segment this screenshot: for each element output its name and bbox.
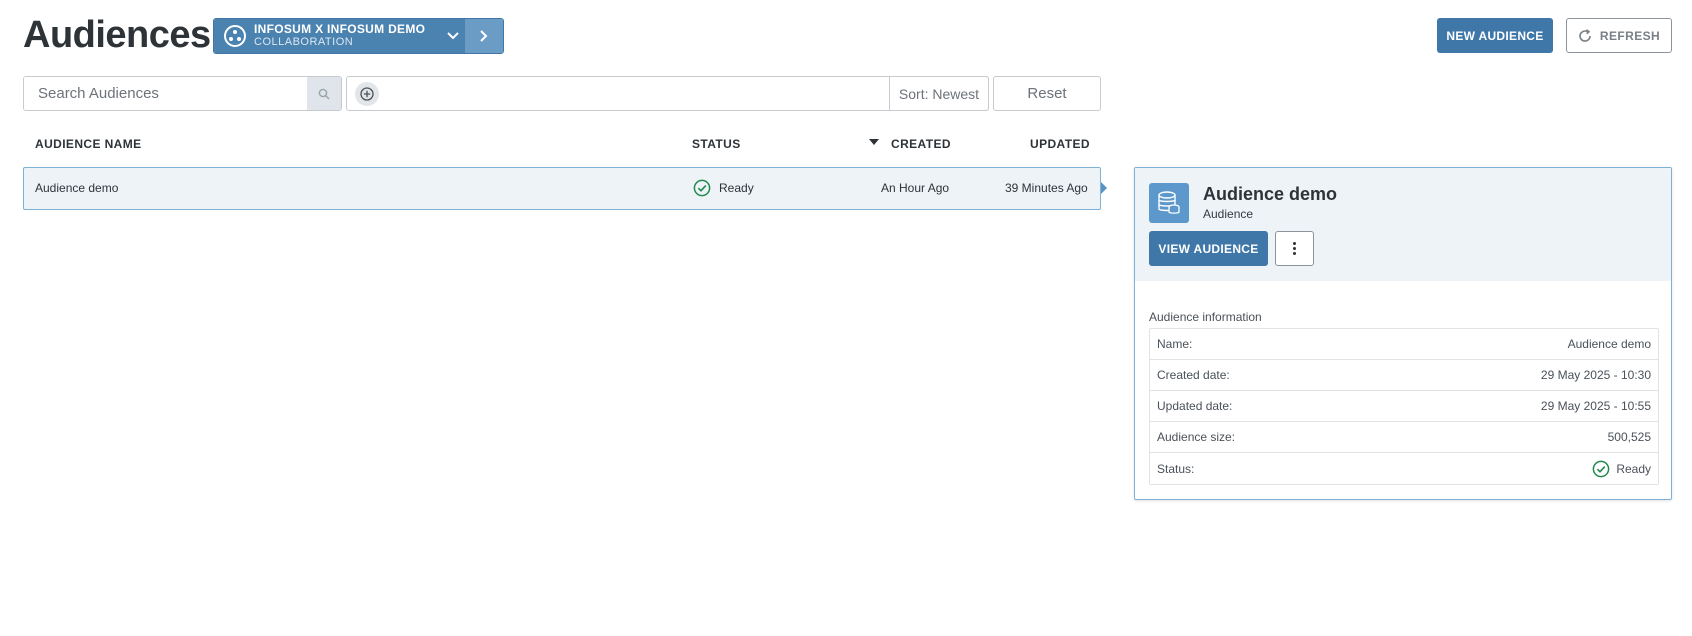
section-label: Audience information <box>1149 310 1262 324</box>
audience-detail-panel: Audience demo Audience VIEW AUDIENCE Aud… <box>1134 167 1672 500</box>
info-label: Created date: <box>1157 368 1230 382</box>
collaboration-subtitle: COLLABORATION <box>254 36 354 48</box>
sort-caret-icon[interactable] <box>869 139 879 145</box>
panel-header: Audience demo Audience VIEW AUDIENCE <box>1135 168 1671 281</box>
info-row: Updated date: 29 May 2025 - 10:55 <box>1150 391 1658 422</box>
column-header-created[interactable]: CREATED <box>891 137 951 151</box>
status-value: Ready <box>1592 460 1651 478</box>
chevron-right-icon[interactable] <box>465 19 503 53</box>
chevron-down-icon[interactable] <box>441 19 465 53</box>
column-header-status[interactable]: STATUS <box>692 137 741 151</box>
refresh-icon <box>1579 28 1591 42</box>
info-value: Ready <box>1616 461 1651 476</box>
check-circle-icon <box>1592 460 1610 477</box>
info-label: Updated date: <box>1157 399 1233 413</box>
sort-dropdown[interactable]: Sort: Newest <box>889 76 989 111</box>
status-cell: Ready <box>693 179 754 197</box>
audience-name-cell: Audience demo <box>35 181 119 195</box>
plus-circle-icon <box>360 86 374 101</box>
search-input[interactable] <box>24 77 307 110</box>
new-audience-button[interactable]: NEW AUDIENCE <box>1437 18 1553 53</box>
refresh-label: REFRESH <box>1599 28 1661 43</box>
add-filter-button[interactable] <box>355 81 379 106</box>
collaboration-selector[interactable]: INFOSUM X INFOSUM DEMO COLLABORATION <box>213 18 504 54</box>
info-row: Created date: 29 May 2025 - 10:30 <box>1150 360 1658 391</box>
search-button[interactable] <box>307 77 341 110</box>
updated-cell: 39 Minutes Ago <box>1005 181 1088 195</box>
page-title: Audiences <box>23 14 211 56</box>
more-options-button[interactable] <box>1275 231 1314 266</box>
created-cell: An Hour Ago <box>881 181 950 195</box>
collaboration-dropdown[interactable]: INFOSUM X INFOSUM DEMO COLLABORATION <box>214 19 441 53</box>
search-box <box>23 76 342 111</box>
panel-subtitle: Audience <box>1203 207 1254 221</box>
info-value: 29 May 2025 - 10:30 <box>1540 368 1651 382</box>
info-row: Status: Ready <box>1150 453 1658 484</box>
info-value: Audience demo <box>1567 337 1651 351</box>
column-header-name[interactable]: AUDIENCE NAME <box>35 137 142 151</box>
info-label: Audience size: <box>1157 430 1236 444</box>
info-row: Audience size: 500,525 <box>1150 422 1658 453</box>
info-value: 500,525 <box>1607 430 1651 444</box>
view-audience-button[interactable]: VIEW AUDIENCE <box>1149 231 1268 266</box>
more-vertical-icon <box>1293 242 1296 255</box>
info-label: Name: <box>1157 337 1193 351</box>
audience-info-table: Name: Audience demo Created date: 29 May… <box>1149 328 1659 485</box>
info-row: Name: Audience demo <box>1150 329 1658 360</box>
table-row[interactable]: Audience demo Ready An Hour Ago 39 Minut… <box>23 167 1101 210</box>
search-icon <box>318 88 330 99</box>
info-label: Status: <box>1157 461 1195 476</box>
row-pointer-icon <box>1101 182 1107 194</box>
info-value: 29 May 2025 - 10:55 <box>1540 399 1651 413</box>
refresh-button[interactable]: REFRESH <box>1566 18 1672 53</box>
check-circle-icon <box>693 179 711 197</box>
column-header-updated[interactable]: UPDATED <box>1030 137 1090 151</box>
collaboration-title: INFOSUM X INFOSUM DEMO <box>254 22 426 36</box>
status-text: Ready <box>719 181 754 195</box>
database-icon <box>1149 183 1189 223</box>
collaboration-icon <box>224 25 246 47</box>
reset-button[interactable]: Reset <box>993 76 1101 111</box>
panel-title: Audience demo <box>1203 184 1338 204</box>
